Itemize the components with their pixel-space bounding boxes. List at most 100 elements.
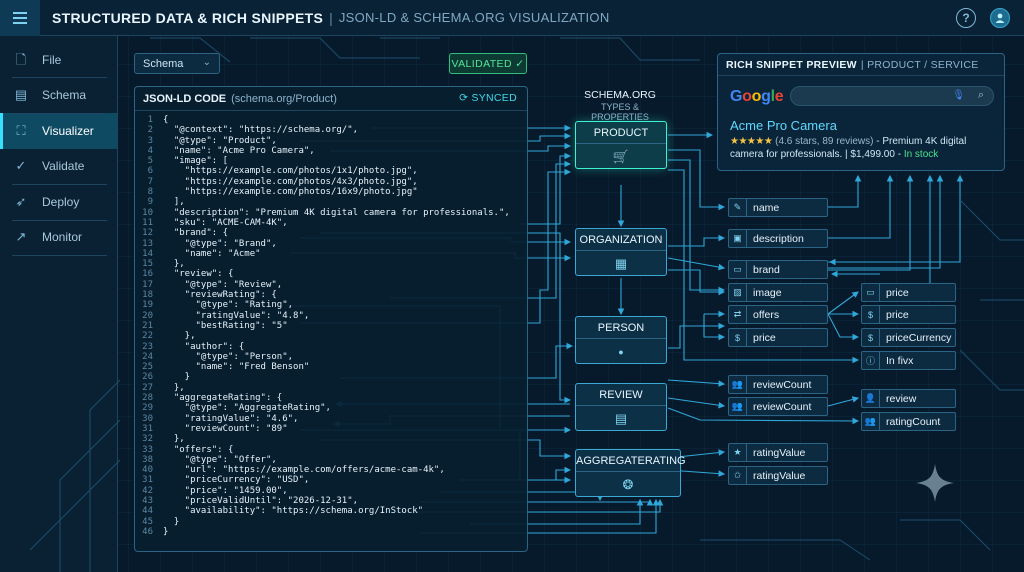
property-brand[interactable]: ▭ brand [728,260,828,279]
property-name[interactable]: ✎ name [728,198,828,217]
property-description[interactable]: ▣ description [728,229,828,248]
property-label: description [753,232,804,245]
sidebar-item-deploy[interactable]: ➶ Deploy [0,184,117,220]
code-panel-subtitle: (schema.org/Product) [231,92,337,105]
property-label: price [886,308,909,321]
line-number: 40 [142,465,153,476]
code-line[interactable]: 15 }, [135,259,529,269]
code-line[interactable]: 42 "price": "1459.00", [135,486,529,496]
code-line[interactable]: 18 "reviewRating": { [135,290,529,300]
code-line[interactable]: 28 "aggregateRating": { [135,393,529,403]
code-line[interactable]: 25 "name": "Fred Benson" [135,362,529,372]
synced-status[interactable]: ⟳ SYNCED [459,92,517,104]
code-line[interactable]: 26 } [135,372,529,382]
code-line[interactable]: 30 "ratingValue": "4.6", [135,414,529,424]
code-line[interactable]: 23 "author": { [135,342,529,352]
node-product[interactable]: PRODUCT 🛒 [575,121,667,169]
code-line[interactable]: 8 "https://example.com/photos/16x9/photo… [135,187,529,197]
building-icon: ▦ [614,256,628,271]
code-line[interactable]: 20 "ratingValue": "4.8", [135,311,529,321]
code-line[interactable]: 19 "@type": "Rating", [135,300,529,310]
property-review-count[interactable]: 👥 reviewCount [728,397,828,416]
code-line[interactable]: 13 "@type": "Brand", [135,239,529,249]
schema-icon: ▤ [14,87,28,103]
code-line[interactable]: 32 }, [135,434,529,444]
property-review-count[interactable]: 👥 reviewCount [728,375,828,394]
sidebar-item-schema[interactable]: ▤ Schema [0,78,117,114]
property-offers[interactable]: ⇄ offers [728,305,828,324]
property-rating-count[interactable]: 👥 ratingCount [861,412,956,431]
schema-select[interactable]: Schema ⌄ [134,53,220,74]
property-review[interactable]: 👤 review [861,389,956,408]
node-person[interactable]: PERSON ● [575,316,667,364]
code-line[interactable]: 12 "brand": { [135,228,529,238]
menu-icon[interactable] [0,0,40,36]
code-editor[interactable]: 1{2 "@context": "https://schema.org/", 3 … [135,115,529,537]
code-line[interactable]: 3 "@type": "Product", [135,136,529,146]
line-number: 18 [142,290,153,301]
code-line[interactable]: 16 "review": { [135,269,529,279]
sidebar-divider [12,113,107,114]
code-line[interactable]: 31 "priceCurrency": "USD", [135,475,529,485]
code-line[interactable]: 22 }, [135,331,529,341]
code-text: "https://example.com/photos/4x3/photo.jp… [163,176,418,187]
code-line[interactable]: 38 "@type": "Offer", [135,455,529,465]
result-title-link[interactable]: Acme Pro Camera [730,118,837,133]
code-line[interactable]: 6 "https://example.com/photos/1x1/photo.… [135,166,529,176]
sidebar-item-label: Validate [42,159,85,174]
property-rating-value[interactable]: ★ ratingValue [728,443,828,462]
property-price[interactable]: $ price [861,305,956,324]
property-price[interactable]: ▭ price [861,283,956,302]
code-line[interactable]: 11 "sku": "ACME-CAM-4K", [135,218,529,228]
code-text: "url": "https://example.com/offers/acme-… [163,465,445,476]
code-line[interactable]: 43 "priceValidUntil": "2026-12-31", [135,496,529,506]
property-price-currency[interactable]: $ priceCurrency [861,328,956,347]
property-info[interactable]: ⓘ In fivx [861,351,956,370]
code-line[interactable]: 10 "description": "Premium 4K digital ca… [135,208,529,218]
node-aggregaterating[interactable]: AGGREGATERATING ❂ [575,449,686,497]
help-icon[interactable]: ? [956,8,976,28]
code-line[interactable]: 9 ], [135,197,529,207]
code-line[interactable]: 21 "bestRating": "5" [135,321,529,331]
sidebar-item-validate[interactable]: ✓ Validate [0,149,117,185]
code-text: "https://example.com/photos/16x9/photo.j… [163,187,418,198]
code-line[interactable]: 40 "url": "https://example.com/offers/ac… [135,465,529,475]
sidebar-item-label: Visualizer [42,123,94,138]
code-line[interactable]: 45 } [135,517,529,527]
code-line[interactable]: 14 "name": "Acme" [135,249,529,259]
property-price[interactable]: $ price [728,328,828,347]
line-number: 8 [147,187,153,198]
node-review[interactable]: REVIEW ▤ [575,383,667,431]
property-image[interactable]: ▨ image [728,283,828,302]
line-number: 22 [142,331,153,342]
code-line[interactable]: 1{ [135,115,529,125]
code-line[interactable]: 46} [135,527,529,537]
node-organization[interactable]: ORGANIZATION ▦ [575,228,667,276]
code-line[interactable]: 33 "offers": { [135,445,529,455]
code-line[interactable]: 2 "@context": "https://schema.org/", [135,125,529,135]
code-line[interactable]: 24 "@type": "Person", [135,352,529,362]
code-line[interactable]: 17 "@type": "Review", [135,280,529,290]
snippet-title: RICH SNIPPET PREVIEW [726,58,857,71]
code-line[interactable]: 5 "image": [ [135,156,529,166]
people-icon: 👥 [862,413,880,430]
code-line[interactable]: 29 "@type": "AggregateRating", [135,403,529,413]
sidebar-item-visualizer[interactable]: ⛶ Visualizer [0,113,117,149]
search-icon[interactable]: ⌕ [978,89,984,102]
microphone-icon[interactable]: 🎙 [952,90,965,101]
sidebar-item-file[interactable]: 🗋 File [0,42,117,78]
tag-icon: ▭ [729,261,747,278]
code-line[interactable]: 31 "reviewCount": "89" [135,424,529,434]
code-line[interactable]: 4 "name": "Acme Pro Camera", [135,146,529,156]
code-line[interactable]: 27 }, [135,383,529,393]
google-search-input[interactable]: 🎙 ⌕ [790,86,994,106]
dollar-icon: $ [729,329,747,346]
sidebar-item-label: Deploy [42,194,80,209]
code-line[interactable]: 7 "https://example.com/photos/4x3/photo.… [135,177,529,187]
line-number: 10 [142,207,153,218]
user-icon[interactable] [990,8,1010,28]
property-rating-value[interactable]: ✩ ratingValue [728,466,828,485]
google-logo: Google [730,88,784,105]
sidebar-item-monitor[interactable]: ↗ Monitor [0,220,117,256]
code-line[interactable]: 44 "availability": "https://schema.org/I… [135,506,529,516]
